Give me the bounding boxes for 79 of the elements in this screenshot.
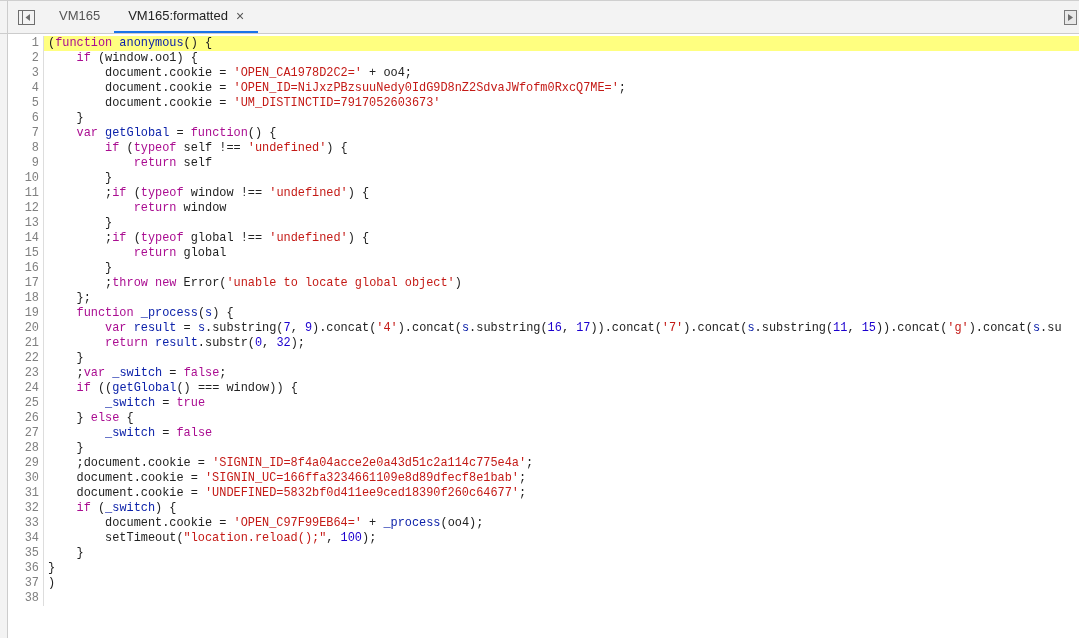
line-number: 19 <box>24 306 39 321</box>
code-line: } <box>104 216 113 231</box>
code-line: if (window.oo1) { <box>75 51 198 66</box>
line-number: 5 <box>31 96 39 111</box>
line-number: 12 <box>24 201 39 216</box>
line-number: 26 <box>24 411 39 426</box>
code-line: }; <box>75 291 91 306</box>
code-line: if (typeof self !== 'undefined') { <box>104 141 348 156</box>
code-line: ;if (typeof global !== 'undefined') { <box>104 231 370 246</box>
line-number: 33 <box>24 516 39 531</box>
code-line: ;if (typeof window !== 'undefined') { <box>104 186 370 201</box>
panel-toggle-icon[interactable] <box>1064 9 1077 25</box>
line-number: 22 <box>24 351 39 366</box>
code-line: document.cookie = 'UNDEFINED=5832bf0d411ee9ced18390f260c64677'; <box>75 486 527 501</box>
code-line: ;var _switch = false; <box>75 366 227 381</box>
line-number: 16 <box>24 261 39 276</box>
line-number: 27 <box>24 426 39 441</box>
line-number: 1 <box>31 36 39 51</box>
tab[interactable]: VM165 <box>45 1 115 33</box>
code-line: var result = s.substring(7, 9).concat('4').concat(s.substring(16, 17)).concat('7').concat(s.substring(11, 15)).concat('g').concat(s.su <box>104 321 1062 336</box>
line-number: 24 <box>24 381 39 396</box>
code-line: if ((getGlobal() === window)) { <box>75 381 298 396</box>
line-number: 10 <box>24 171 39 186</box>
code-line: ;throw new Error('unable to locate global object') <box>104 276 462 291</box>
line-number: 6 <box>31 111 39 126</box>
code-line: _switch = false <box>104 426 213 441</box>
line-number: 31 <box>24 486 39 501</box>
code-line: (function anonymous() { <box>47 36 213 51</box>
code-line: } <box>104 171 113 186</box>
sidebar-toggle-icon[interactable] <box>18 9 35 25</box>
line-number: 21 <box>24 336 39 351</box>
code-line: function _process(s) { <box>75 306 234 321</box>
line-number: 18 <box>24 291 39 306</box>
code-line: } <box>75 111 84 126</box>
code-line: if (_switch) { <box>75 501 177 516</box>
code-line: return window <box>132 201 227 216</box>
code-line: ) <box>47 576 56 591</box>
code-line: document.cookie = 'OPEN_CA1978D2C2=' + oo4; <box>104 66 412 81</box>
line-number: 4 <box>31 81 39 96</box>
line-number: 29 <box>24 456 39 471</box>
line-number: 32 <box>24 501 39 516</box>
line-number: 23 <box>24 366 39 381</box>
close-icon[interactable]: × <box>235 9 245 23</box>
line-number: 25 <box>24 396 39 411</box>
line-number: 14 <box>24 231 39 246</box>
line-number: 38 <box>24 591 39 606</box>
code-line: } <box>75 546 84 561</box>
line-number: 35 <box>24 546 39 561</box>
line-number: 9 <box>31 156 39 171</box>
line-number: 20 <box>24 321 39 336</box>
line-number: 8 <box>31 141 39 156</box>
line-number: 36 <box>24 561 39 576</box>
code-line: } <box>75 351 84 366</box>
code-line: return result.substr(0, 32); <box>104 336 305 351</box>
code-line: } <box>75 441 84 456</box>
line-number: 3 <box>31 66 39 81</box>
line-number: 37 <box>24 576 39 591</box>
code-line: } <box>47 561 56 576</box>
line-number: 17 <box>24 276 39 291</box>
code-line: var getGlobal = function() { <box>75 126 277 141</box>
line-number: 11 <box>24 186 39 201</box>
line-number: 34 <box>24 531 39 546</box>
line-number: 2 <box>31 51 39 66</box>
code-line: document.cookie = 'UM_DISTINCTID=7917052603673' <box>104 96 441 111</box>
line-number: 15 <box>24 246 39 261</box>
code-line: _switch = true <box>104 396 205 411</box>
line-number: 7 <box>31 126 39 141</box>
code-line: ;document.cookie = 'SIGNIN_ID=8f4a04acce2e0a43d51c2a114c775e4a'; <box>75 456 534 471</box>
code-line: document.cookie = 'SIGNIN_UC=166ffa3234661109e8d89dfecf8e1bab'; <box>75 471 527 486</box>
code-line: return self <box>132 156 213 171</box>
line-number: 30 <box>24 471 39 486</box>
code-line: } else { <box>75 411 134 426</box>
code-line: setTimeout("location.reload();", 100); <box>104 531 377 546</box>
code-line: } <box>104 261 113 276</box>
code-line: document.cookie = 'OPEN_ID=NiJxzPBzsuuNedy0IdG9D8nZ2SdvaJWfofm0RxcQ7ME='; <box>104 81 626 96</box>
code-line: document.cookie = 'OPEN_C97F99EB64=' + _process(oo4); <box>104 516 484 531</box>
line-number: 13 <box>24 216 39 231</box>
code-line: return global <box>132 246 227 261</box>
line-number: 28 <box>24 441 39 456</box>
